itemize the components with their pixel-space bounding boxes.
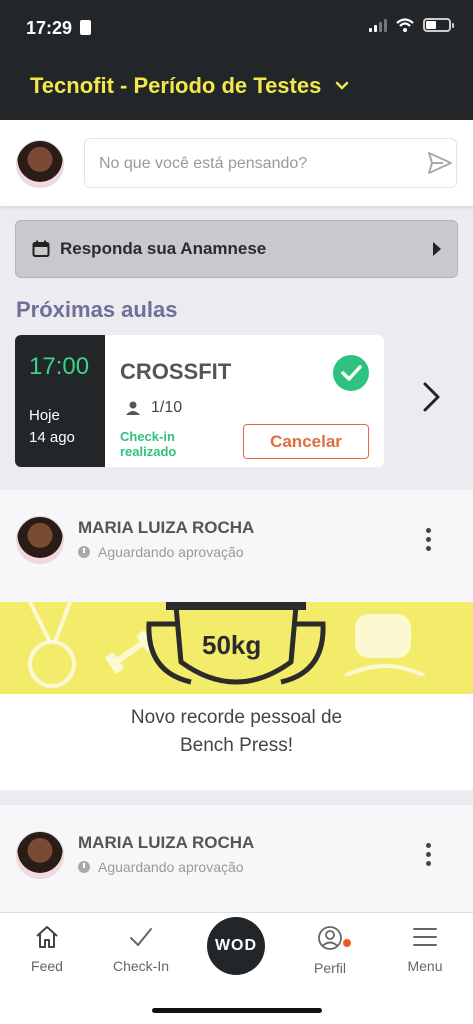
- post-status: Aguardando aprovação: [78, 544, 244, 560]
- profile-icon: [318, 926, 342, 950]
- battery-icon: [423, 18, 454, 32]
- post-caption-line2: Bench Press!: [180, 735, 293, 756]
- person-icon: [126, 401, 140, 415]
- workspace-selector[interactable]: Tecnofit - Período de Testes: [30, 73, 349, 99]
- clock-icon: [78, 546, 90, 558]
- nav-menu[interactable]: Menu: [380, 925, 470, 974]
- orientation-lock-icon: [80, 20, 91, 35]
- post-author[interactable]: MARIA LUIZA ROCHA: [78, 833, 254, 853]
- checkin-status: Check-in realizado: [120, 429, 177, 459]
- post-author[interactable]: MARIA LUIZA ROCHA: [78, 518, 254, 538]
- cancel-button[interactable]: Cancelar: [243, 424, 369, 459]
- anamnese-label: Responda sua Anamnese: [60, 239, 267, 258]
- avatar[interactable]: [16, 831, 64, 879]
- post-input[interactable]: No que você está pensando?: [84, 138, 457, 188]
- cellular-signal-icon: [369, 18, 387, 32]
- checkmark-icon: [130, 928, 152, 946]
- status-time: 17:29: [26, 18, 73, 38]
- home-indicator[interactable]: [152, 1008, 322, 1013]
- class-name: CROSSFIT: [120, 359, 232, 384]
- medal-icon: [28, 602, 76, 688]
- post-status-text: Aguardando aprovação: [98, 544, 244, 560]
- nav-checkin-label: Check-In: [112, 958, 170, 974]
- class-capacity: 1/10: [125, 399, 182, 417]
- nav-menu-label: Menu: [407, 958, 443, 974]
- class-capacity-value: 1/10: [151, 399, 183, 416]
- avatar[interactable]: [16, 516, 64, 564]
- nav-profile[interactable]: Perfil: [285, 925, 375, 976]
- record-value: 50kg: [202, 630, 262, 660]
- wod-button[interactable]: WOD: [207, 917, 265, 975]
- chevron-right-icon[interactable]: [420, 380, 444, 414]
- notification-badge: [341, 937, 353, 949]
- send-icon[interactable]: [425, 135, 455, 191]
- feed-post: MARIA LUIZA ROCHA Aguardando aprovação 5…: [0, 490, 473, 790]
- app-title: Tecnofit - Período de Testes: [30, 73, 322, 98]
- section-title: Próximas aulas: [16, 297, 178, 322]
- post-header: MARIA LUIZA ROCHA Aguardando aprovação: [0, 805, 473, 912]
- anamnese-button[interactable]: Responda sua Anamnese: [15, 220, 458, 278]
- nav-feed[interactable]: Feed: [2, 925, 92, 974]
- feed-post: MARIA LUIZA ROCHA Aguardando aprovação: [0, 805, 473, 912]
- nav-feed-label: Feed: [31, 958, 63, 974]
- clock-icon: [78, 861, 90, 873]
- fist-icon: [345, 614, 425, 676]
- class-day: Hoje: [29, 407, 60, 424]
- post-composer: No que você está pensando?: [0, 120, 473, 206]
- wifi-icon: [396, 18, 414, 32]
- avatar[interactable]: [16, 140, 64, 188]
- play-arrow-icon: [433, 242, 441, 256]
- app-header: 17:29 Tecnofit - Período de Testes: [0, 0, 473, 120]
- class-date: 14 ago: [29, 429, 75, 446]
- calendar-icon: [32, 240, 50, 257]
- post-input-placeholder: No que você está pensando?: [99, 155, 308, 172]
- post-header: MARIA LUIZA ROCHA Aguardando aprovação: [0, 490, 473, 602]
- status-indicators: [369, 18, 454, 32]
- post-status: Aguardando aprovação: [78, 859, 244, 875]
- hamburger-menu-icon: [413, 928, 437, 946]
- post-caption: Novo recorde pessoal de Bench Press!: [0, 704, 473, 760]
- checkin-done-icon: [333, 355, 369, 391]
- class-card[interactable]: 17:00 Hoje 14 ago CROSSFIT 1/10 Check-in…: [15, 335, 384, 467]
- nav-profile-label: Perfil: [314, 960, 346, 976]
- nav-checkin[interactable]: Check-In: [96, 925, 186, 974]
- more-options-icon[interactable]: [426, 843, 431, 866]
- more-options-icon[interactable]: [426, 528, 431, 551]
- home-icon: [36, 926, 58, 948]
- post-caption-line1: Novo recorde pessoal de: [130, 707, 343, 728]
- post-status-text: Aguardando aprovação: [98, 859, 244, 875]
- class-time: 17:00: [29, 353, 90, 380]
- record-banner: 50kg: [0, 602, 473, 694]
- chevron-down-icon: [336, 81, 349, 90]
- class-time-panel: 17:00 Hoje 14 ago: [15, 335, 105, 467]
